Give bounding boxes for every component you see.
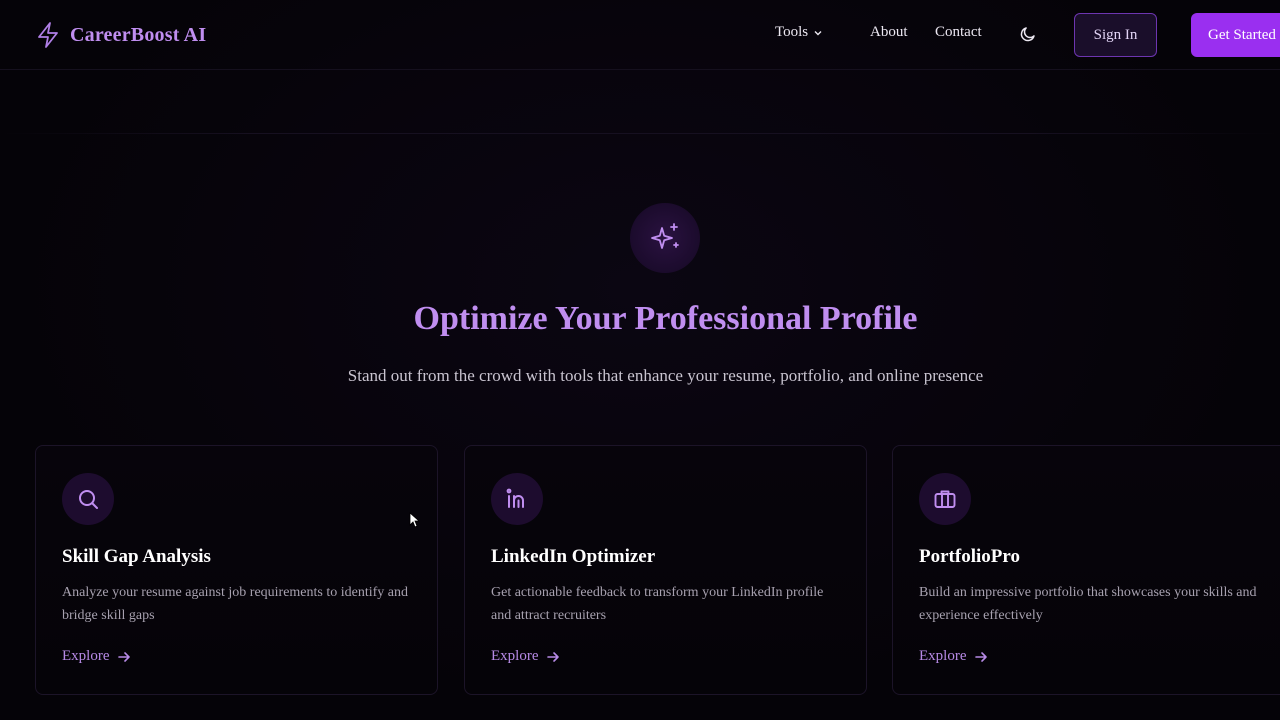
sparkles-icon [651,223,679,249]
explore-label: Explore [919,648,967,664]
briefcase-icon [934,490,956,508]
section-divider [0,133,1280,134]
logo[interactable]: CareerBoost AI [36,22,206,48]
sign-in-button[interactable]: Sign In [1074,13,1157,57]
lightning-bolt-icon [38,22,58,48]
tool-card-linkedin-optimizer[interactable]: LinkedIn Optimizer Get actionable feedba… [464,445,867,695]
hero-title: Optimize Your Professional Profile [413,300,918,337]
nav-contact-link[interactable]: Contact [935,24,982,41]
explore-label: Explore [62,648,110,664]
brand-name: CareerBoost AI [70,23,207,46]
explore-link[interactable]: Explore [62,648,131,665]
card-title: LinkedIn Optimizer [491,546,656,567]
tool-card-portfoliopro[interactable]: PortfolioPro Build an impressive portfol… [892,445,1280,695]
card-description: Build an impressive portfolio that showc… [919,585,1257,623]
search-icon [79,490,98,509]
main-nav: Tools About Contact [775,24,982,41]
tool-card-skill-gap[interactable]: Skill Gap Analysis Analyze your resume a… [35,445,438,695]
moon-icon[interactable] [1019,25,1037,43]
explore-label: Explore [491,648,539,664]
get-started-button[interactable]: Get Started [1191,13,1280,57]
card-icon-badge [62,473,114,525]
card-icon-badge [491,473,543,525]
arrow-right-icon [118,651,131,662]
card-icon-badge [919,473,971,525]
chevron-down-icon [814,30,822,35]
explore-link[interactable]: Explore [491,648,560,665]
arrow-right-icon [547,651,560,662]
card-description: Analyze your resume against job requirem… [62,585,409,623]
nav-about-link[interactable]: About [870,24,908,41]
explore-link[interactable]: Explore [919,648,988,665]
top-navbar: CareerBoost AI Tools About Contact Sign … [0,0,1280,70]
nav-tools-dropdown[interactable]: Tools [775,24,823,41]
mouse-cursor-icon [409,512,419,528]
card-description: Get actionable feedback to transform you… [491,585,824,623]
arrow-right-icon [975,651,988,662]
page: CareerBoost AI Tools About Contact Sign … [0,0,1280,720]
linkedin-icon [506,488,524,508]
nav-tools-label: Tools [775,24,809,40]
hero-subtitle: Stand out from the crowd with tools that… [347,366,984,385]
card-title: PortfolioPro [919,546,1020,567]
card-title: Skill Gap Analysis [62,546,211,567]
hero-icon-badge [630,203,700,273]
